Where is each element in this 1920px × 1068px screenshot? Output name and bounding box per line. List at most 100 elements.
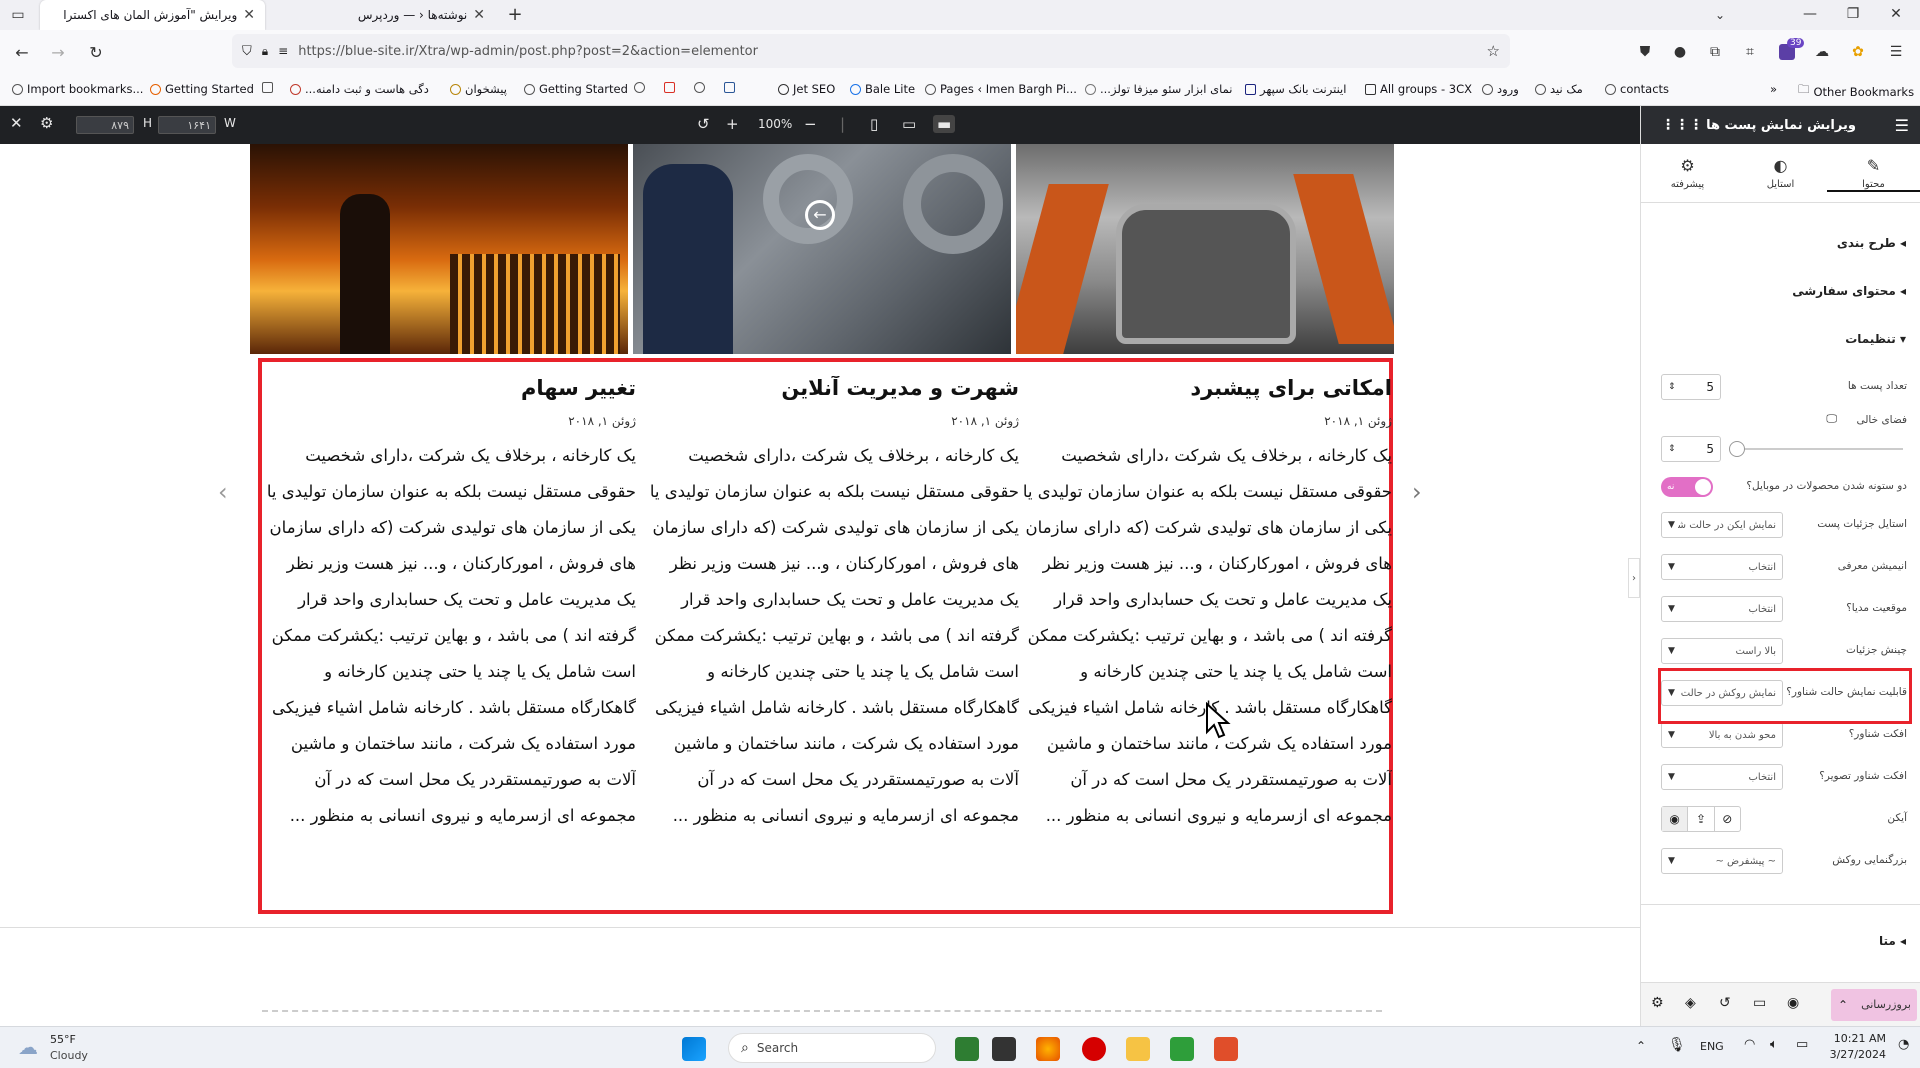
bookmark-item[interactable]: Bale Lite (850, 82, 915, 96)
overlay-size-select[interactable]: ~ پیشفرض ~ ▼ (1661, 848, 1783, 874)
forward-icon[interactable]: → (48, 42, 68, 62)
section-custom-content[interactable]: ◂ محتوای سفارشی (1792, 284, 1906, 298)
detail-style-select[interactable]: نمایش آیکن در حالت شناو▼ (1661, 512, 1783, 538)
close-icon[interactable]: ✕ (10, 114, 23, 132)
tablet-view-icon[interactable]: ▭ (902, 115, 916, 133)
widgets-grid-icon[interactable]: ⋮⋮⋮ (1661, 117, 1703, 133)
bookmark-globe-icon[interactable] (634, 82, 645, 93)
taskbar-search[interactable]: ⌕ Search (728, 1033, 936, 1063)
spacing-slider[interactable] (1733, 448, 1903, 450)
tab-style[interactable]: ◐ استایل (1734, 156, 1827, 190)
address-bar[interactable]: ⛉ 🔒︎ ≡ https://blue-site.ir/Xtra/wp-admi… (232, 34, 1510, 68)
post-title[interactable]: امکاتی برای پیشبرد (1022, 376, 1392, 400)
intro-animation-select[interactable]: انتخاب ▼ (1661, 554, 1783, 580)
tab-elementor-editor[interactable]: ✕ ویرایش "آموزش المان های اکسترا ... (40, 0, 265, 30)
tab-posts[interactable]: ✕ نوشته‌ها ‹ — وردپرس (275, 0, 495, 30)
slider-handle[interactable] (1729, 441, 1745, 457)
bookmark-item[interactable]: Getting Started (524, 82, 628, 96)
navigator-icon[interactable]: ◈ (1685, 995, 1696, 1011)
update-button[interactable]: بروزرسانی (1855, 989, 1917, 1021)
undo-icon[interactable]: ↺ (697, 115, 710, 133)
bookmark-icon-only[interactable] (262, 82, 273, 93)
menu-icon[interactable]: ☰ (1886, 42, 1906, 62)
bookmark-globe-icon[interactable] (694, 82, 705, 93)
tab-list-icon[interactable]: ▭ (8, 6, 28, 24)
upload-icon[interactable]: ⇪ (1688, 807, 1715, 831)
close-tab-icon[interactable]: ✕ (243, 7, 255, 23)
notification-bell-icon[interactable]: ◔ (1898, 1037, 1909, 1052)
close-window-icon[interactable]: ✕ (1886, 5, 1906, 23)
spacing-stepper[interactable]: ⇕ 5 (1661, 436, 1721, 462)
drop-zone[interactable] (262, 1010, 1382, 1024)
gear-icon[interactable]: ⚙ (40, 114, 53, 132)
section-layout[interactable]: ◂ طرح بندی (1837, 236, 1906, 250)
post-count-stepper[interactable]: ⇕ 5 (1661, 374, 1721, 400)
detail-layout-select[interactable]: بالا راست ▼ (1661, 638, 1783, 664)
desktop-view-icon[interactable]: ▬ (933, 115, 956, 133)
wifi-icon[interactable]: ◠ (1744, 1037, 1755, 1052)
mobile-columns-toggle[interactable]: نه (1661, 477, 1713, 497)
file-explorer-icon[interactable] (1126, 1037, 1150, 1061)
tab-advanced[interactable]: ⚙ پیشرفته (1641, 156, 1734, 190)
gear-icon[interactable]: ⚙ (1651, 995, 1664, 1011)
vpn-icon[interactable]: ☁ (1812, 42, 1832, 62)
bookmark-item[interactable]: مک نید (1535, 82, 1583, 96)
history-icon[interactable]: ↺ (1719, 995, 1731, 1011)
app-icon[interactable] (1214, 1037, 1238, 1061)
bookmark-item[interactable]: اینترنت بانک سپهر (1245, 82, 1346, 96)
bookmark-item[interactable]: contacts (1605, 82, 1669, 96)
crop-icon[interactable]: ⌗ (1740, 42, 1760, 62)
posts-widget[interactable]: تغییر سهام ژوئن ۱, ۲۰۱۸ یک کارخانه ، برخ… (258, 358, 1393, 914)
bookmark-item[interactable]: ...نمای ابزار سئو میزفا تولز (1085, 82, 1232, 96)
addon-icon[interactable]: ✿ (1848, 42, 1868, 62)
back-icon[interactable]: ← (12, 42, 32, 62)
bookmark-item[interactable]: 🗀︎ Other Bookmarks (1798, 82, 1914, 101)
preview-eye-icon[interactable]: ◉ (1787, 995, 1799, 1011)
chevron-up-icon[interactable]: ⌃ (1636, 1039, 1646, 1053)
minimize-icon[interactable]: — (1800, 5, 1820, 23)
responsive-icon[interactable]: ▭ (1753, 995, 1766, 1011)
bookmark-item[interactable]: Getting Started (150, 82, 254, 96)
bookmark-star-icon[interactable]: ☆ (1487, 42, 1500, 60)
bookmark-item[interactable]: Jet SEO (778, 82, 835, 96)
permissions-icon[interactable]: ≡ (278, 44, 288, 58)
mobile-view-icon[interactable]: ▯ (870, 115, 878, 133)
firefox-icon[interactable] (1036, 1037, 1060, 1061)
stepper-arrows-icon[interactable]: ⇕ (1668, 444, 1676, 454)
account-icon[interactable]: ● (1670, 42, 1690, 62)
weather-cloud-icon[interactable]: ☁ (18, 1035, 38, 1059)
new-tab-icon[interactable]: + (505, 4, 525, 25)
bookmark-gmail-icon[interactable] (664, 82, 675, 93)
hamburger-icon[interactable]: ☰ (1895, 116, 1909, 135)
icon-library-icon[interactable]: ◉ (1662, 807, 1689, 831)
pocket-icon[interactable]: ⛊ (1635, 42, 1655, 62)
post-title[interactable]: تغییر سهام (266, 376, 636, 400)
section-meta[interactable]: ◂ متا (1879, 934, 1906, 948)
chevron-up-icon[interactable]: ⌃ (1831, 989, 1855, 1021)
media-position-select[interactable]: انتخاب ▼ (1661, 596, 1783, 622)
bookmark-item[interactable]: Import bookmarks... (12, 82, 143, 96)
close-tab-icon[interactable]: ✕ (473, 7, 485, 23)
bookmark-item[interactable]: All groups - 3CX (1365, 82, 1472, 96)
tab-content[interactable]: ✎ محتوا (1827, 156, 1920, 192)
image-hover-select[interactable]: انتخاب ▼ (1661, 764, 1783, 790)
desktop-device-icon[interactable]: 🖵︎ (1826, 412, 1837, 426)
shield-icon[interactable]: ⛉ (242, 44, 252, 59)
copilot-icon[interactable] (955, 1037, 979, 1061)
reload-icon[interactable]: ↻ (86, 42, 106, 62)
post-image-robots[interactable] (1016, 144, 1394, 354)
camtasia-icon[interactable] (1170, 1037, 1194, 1061)
url-text[interactable]: https://blue-site.ir/Xtra/wp-admin/post.… (298, 44, 758, 59)
extension-badge-icon[interactable]: 39 (1775, 38, 1805, 64)
section-settings[interactable]: ▾ تنظیمات (1845, 332, 1906, 346)
lock-icon[interactable]: 🔒︎ (262, 44, 268, 59)
none-icon[interactable]: ⊘ (1715, 807, 1740, 831)
hover-effect-select[interactable]: محو شدن به بالا ▼ (1661, 722, 1783, 748)
zoom-out-icon[interactable]: − (804, 115, 817, 133)
height-input[interactable]: ۱۶۴۱ (158, 116, 216, 134)
bookmark-item[interactable]: ورود (1482, 82, 1519, 96)
post-image-machinery[interactable]: ← (633, 144, 1011, 354)
stepper-arrows-icon[interactable]: ⇕ (1668, 382, 1676, 392)
post-image-foundry[interactable] (250, 144, 628, 354)
slider-arrow-icon[interactable]: ← (805, 200, 835, 230)
